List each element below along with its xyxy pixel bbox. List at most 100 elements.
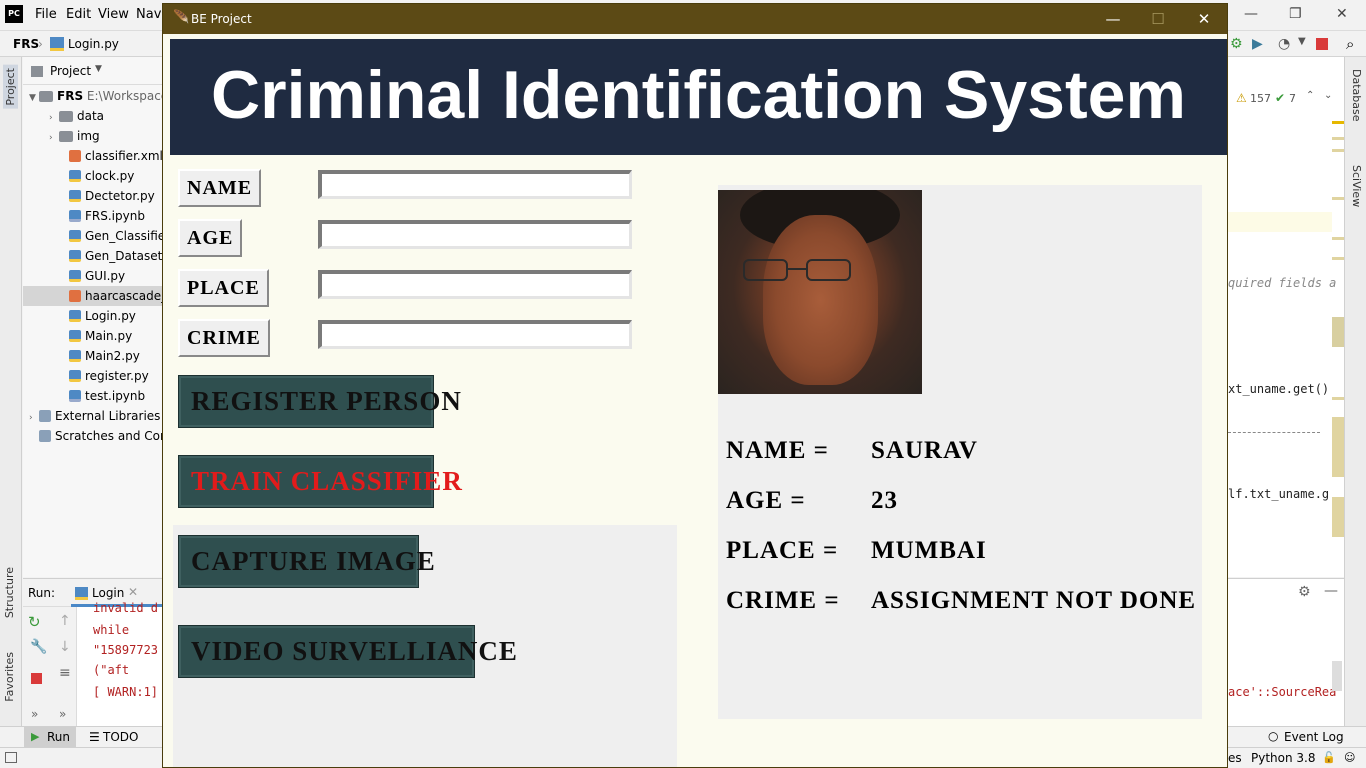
tree-item[interactable]: clock.py [23,166,168,186]
tab-sciview[interactable]: SciView [1350,165,1363,207]
bottom-tab-run[interactable]: Run [47,730,70,744]
tree-item[interactable]: test.ipynb [23,386,168,406]
stop-run-icon[interactable] [31,673,42,684]
wrench-icon[interactable]: 🔧 [30,639,47,655]
debug-icon[interactable]: ⚙ [1230,36,1243,52]
right-tool-stripe: Database SciView [1344,57,1366,747]
project-folder-icon [31,66,43,77]
tab-database[interactable]: Database [1350,69,1363,122]
ide-minimize-icon[interactable]: — [1244,6,1258,22]
more-icon-2[interactable]: » [59,707,66,721]
check-count[interactable]: 7 [1289,92,1296,105]
python-interpreter[interactable]: Python 3.8 [1251,751,1316,765]
breadcrumb-project[interactable]: FRS [13,37,39,51]
tab-structure[interactable]: Structure [3,567,16,618]
tree-item-label: test.ipynb [85,389,146,403]
tree-item[interactable]: Dectetor.py [23,186,168,206]
wrap-icon[interactable]: ≡ [59,665,71,681]
status-square-icon[interactable] [5,752,17,763]
profile-icon[interactable]: ◔ [1278,36,1290,52]
name-field[interactable] [318,170,632,199]
code-fragment: xt_uname.get() [1228,382,1330,396]
tree-item[interactable]: haarcascade_fr [23,286,176,306]
tree-item[interactable]: Gen_Classifier.p [23,226,180,246]
run-tab-login[interactable]: Login [92,586,124,600]
dropdown-icon[interactable]: ▼ [1298,36,1306,47]
minimize-icon[interactable]: — [1093,8,1133,30]
coverage-icon[interactable]: ▶ [1252,36,1263,52]
close-icon[interactable]: ✕ [1184,8,1224,30]
tab-project[interactable]: Project [3,65,18,109]
tree-item[interactable]: Scratches and Cor [23,426,168,446]
file-icon [69,150,81,162]
banner-title: Criminal Identification System [211,57,1186,133]
maximize-icon[interactable]: ☐ [1138,8,1178,30]
tree-item-label: FRS.ipynb [85,209,145,223]
up-icon[interactable]: ↑ [59,613,71,629]
close-run-tab-icon[interactable]: ✕ [128,585,138,599]
settings-icon[interactable]: ⚙ [1298,584,1311,600]
lock-icon[interactable]: 🔓 [1322,751,1336,764]
tree-item[interactable]: Gen_Dataset.py [23,246,181,266]
status-fragment: es [1228,751,1242,765]
more-icon[interactable]: » [31,707,38,721]
age-field[interactable] [318,220,632,249]
rerun-icon[interactable]: ↻ [28,613,41,631]
tree-item[interactable]: › img [23,126,168,146]
name-label: NAME [178,169,262,207]
tree-item[interactable]: Main2.py [23,346,168,366]
tree-root[interactable]: ▼ FRS E:\Workspace [23,86,168,106]
expand-arrow-icon[interactable]: ▼ [29,88,39,108]
project-panel-title[interactable]: Project [50,64,91,78]
place-field[interactable] [318,270,632,299]
collapse-arrow-icon[interactable]: › [49,128,59,148]
menu-navigate[interactable]: Navi [136,7,165,22]
register-person-button[interactable]: REGISTER PERSON [178,375,461,428]
video-surveillance-button[interactable]: VIDEO SURVELLIANCE [178,625,517,678]
inspector-icon[interactable]: ☺ [1344,751,1355,764]
tree-item[interactable]: Login.py [23,306,168,326]
collapse-arrow-icon[interactable]: › [49,108,59,128]
tree-item[interactable]: classifier.xml [23,146,168,166]
tree-item[interactable]: FRS.ipynb [23,206,168,226]
prev-highlight-icon[interactable]: ⌃ [1306,90,1314,101]
tree-item-label: clock.py [85,169,135,183]
crime-field[interactable] [318,320,632,349]
menu-view[interactable]: View [98,7,129,22]
down-icon[interactable]: ↓ [59,639,71,655]
breadcrumb-file[interactable]: Login.py [68,37,119,51]
tab-favorites[interactable]: Favorites [3,652,16,702]
capture-image-button[interactable]: CAPTURE IMAGE [178,535,435,588]
tree-item[interactable]: › External Libraries [23,406,168,426]
tree-item[interactable]: register.py [23,366,168,386]
project-header: Project ▼ [23,57,168,85]
file-icon [69,310,81,322]
train-classifier-button[interactable]: TRAIN CLASSIFIER [178,455,462,508]
project-dropdown-icon[interactable]: ▼ [95,64,102,74]
app-titlebar[interactable]: 🪶 BE Project — ☐ ✕ [163,4,1227,34]
menu-file[interactable]: File [35,7,57,22]
tree-item[interactable]: Main.py [23,326,168,346]
menu-edit[interactable]: Edit [66,7,91,22]
tree-item[interactable]: GUI.py [23,266,168,286]
warning-count[interactable]: 157 [1250,92,1271,105]
search-icon[interactable]: ⌕ [1346,35,1354,53]
tree-item[interactable]: › data [23,106,168,126]
ide-restore-icon[interactable]: ❐ [1289,6,1302,22]
stop-icon[interactable] [1316,38,1328,50]
next-highlight-icon[interactable]: ⌄ [1324,90,1332,101]
console-fragment: ace'::SourceRea [1228,685,1337,699]
criminal-details-panel: NAME = SAURAV AGE = 23 PLACE = MUMBAI CR… [718,185,1202,719]
bottom-tab-todo[interactable]: TODO [103,730,138,744]
hide-icon[interactable]: — [1324,583,1338,599]
collapse-arrow-icon[interactable]: › [29,408,39,428]
file-icon [69,250,81,262]
library-icon [39,410,51,422]
ide-close-icon[interactable]: ✕ [1336,6,1348,22]
file-icon [69,350,81,362]
bottom-tab-event-log[interactable]: Event Log [1284,730,1344,744]
file-icon [69,190,81,202]
library-icon [39,430,51,442]
tree-item-label: GUI.py [85,269,126,283]
detail-crime-label: CRIME = [726,587,840,614]
